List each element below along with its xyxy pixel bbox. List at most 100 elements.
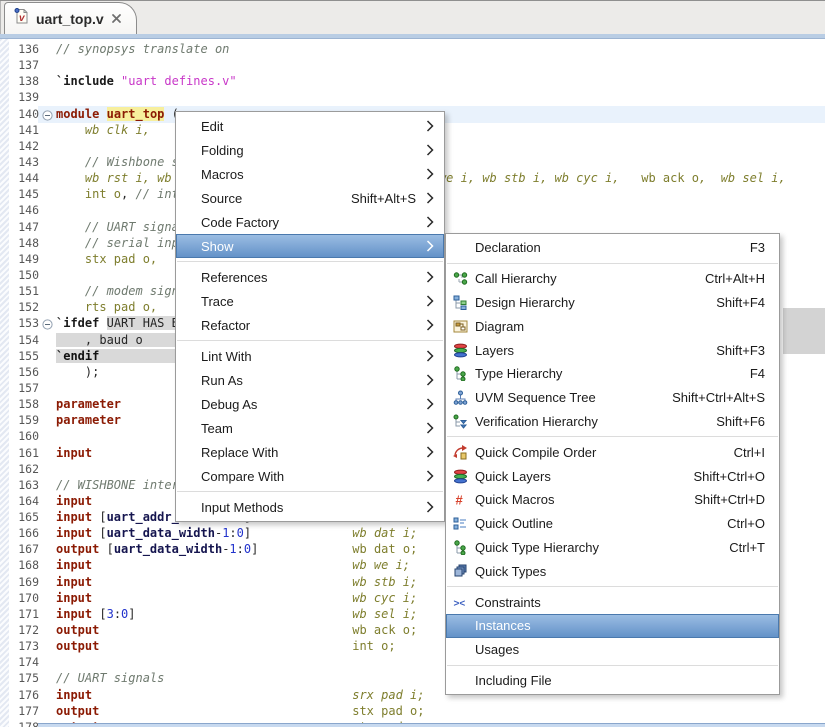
menu-item-label: Team (201, 421, 233, 436)
menu-item-lint-with[interactable]: Lint With (176, 344, 444, 368)
menu-item-quick-compile-order[interactable]: Quick Compile OrderCtrl+I (446, 440, 779, 464)
code-text: input srx pad i; (56, 687, 424, 703)
menu-item-constraints[interactable]: ><Constraints (446, 590, 779, 614)
menu-item-folding[interactable]: Folding (176, 138, 444, 162)
menu-separator (447, 586, 778, 587)
code-text: input (56, 493, 92, 509)
menu-item-label: Edit (201, 119, 223, 134)
menu-item-run-as[interactable]: Run As (176, 368, 444, 392)
menu-item-show[interactable]: Show (176, 234, 444, 258)
menu-item-compare-with[interactable]: Compare With (176, 464, 444, 488)
code-text: output int o; (56, 638, 396, 654)
line-number: 168 (9, 557, 42, 573)
menu-item-macros[interactable]: Macros (176, 162, 444, 186)
code-text: parameter (56, 412, 121, 428)
layers-icon (452, 343, 469, 358)
shortcut-label: Shift+Ctrl+O (693, 469, 779, 484)
verification-hierarchy-icon (452, 414, 469, 429)
menu-item-instances[interactable]: Instances (446, 614, 779, 638)
submenu-arrow-icon (426, 240, 440, 252)
menu-item-code-factory[interactable]: Code Factory (176, 210, 444, 234)
uvm-sequence-tree-icon (452, 390, 469, 405)
line-number: 171 (9, 606, 42, 622)
shortcut-label: Shift+F3 (716, 343, 779, 358)
submenu-arrow-icon (426, 422, 440, 434)
menu-item-including-file[interactable]: Including File (446, 669, 779, 693)
line-number: 158 (9, 396, 42, 412)
diagram-icon (452, 319, 469, 334)
menu-item-call-hierarchy[interactable]: Call HierarchyCtrl+Alt+H (446, 267, 779, 291)
menu-item-label: Input Methods (201, 500, 283, 515)
menu-item-source[interactable]: SourceShift+Alt+S (176, 186, 444, 210)
code-line: 137 (0, 57, 825, 73)
tab-uart-top[interactable]: v uart_top.v (4, 2, 137, 34)
menu-item-team[interactable]: Team (176, 416, 444, 440)
submenu-arrow-icon (426, 319, 440, 331)
menu-item-input-methods[interactable]: Input Methods (176, 495, 444, 519)
line-number: 170 (9, 590, 42, 606)
menu-item-edit[interactable]: Edit (176, 114, 444, 138)
horizontal-scrollbar[interactable] (38, 723, 825, 727)
menu-item-references[interactable]: References (176, 265, 444, 289)
constraints-icon: >< (452, 595, 469, 610)
menu-item-declaration[interactable]: DeclarationF3 (446, 236, 779, 260)
menu-item-quick-types[interactable]: Quick Types (446, 559, 779, 583)
code-line: 136// synopsys translate on (0, 41, 825, 57)
code-text: // UART signals (56, 670, 164, 686)
shortcut-label: F3 (750, 240, 779, 255)
menu-item-verification-hierarchy[interactable]: Verification HierarchyShift+F6 (446, 410, 779, 434)
menu-item-quick-macros[interactable]: #Quick MacrosShift+Ctrl+D (446, 488, 779, 512)
close-tab-icon[interactable] (111, 13, 122, 24)
menu-item-label: Source (201, 191, 242, 206)
menu-item-quick-type-hierarchy[interactable]: Quick Type HierarchyCtrl+T (446, 536, 779, 560)
menu-item-label: Refactor (201, 318, 250, 333)
menu-item-uvm-sequence-tree[interactable]: UVM Sequence TreeShift+Ctrl+Alt+S (446, 386, 779, 410)
menu-separator (447, 436, 778, 437)
menu-item-label: Instances (475, 618, 531, 633)
menu-item-debug-as[interactable]: Debug As (176, 392, 444, 416)
shortcut-label: Shift+F4 (716, 295, 779, 310)
code-text: output [uart_data_width-1:0] wb dat o; (56, 541, 417, 557)
line-number: 154 (9, 332, 42, 348)
quick-outline-icon (452, 516, 469, 531)
menu-item-layers[interactable]: LayersShift+F3 (446, 338, 779, 362)
line-number: 159 (9, 412, 42, 428)
code-text: input (56, 445, 92, 461)
quick-type-hierarchy-icon (452, 540, 469, 555)
menu-item-usages[interactable]: Usages (446, 638, 779, 662)
menu-item-quick-layers[interactable]: Quick LayersShift+Ctrl+O (446, 464, 779, 488)
shortcut-label: Ctrl+Alt+H (705, 271, 779, 286)
menu-item-trace[interactable]: Trace (176, 289, 444, 313)
code-text: rts pad o, (56, 299, 157, 315)
design-hierarchy-icon (452, 295, 469, 310)
code-text: , baud o (56, 332, 186, 348)
menu-item-label: Compare With (201, 469, 284, 484)
shortcut-label: Shift+Ctrl+D (694, 492, 779, 507)
line-number: 172 (9, 622, 42, 638)
menu-separator (447, 665, 778, 666)
menu-item-refactor[interactable]: Refactor (176, 313, 444, 337)
menu-item-replace-with[interactable]: Replace With (176, 440, 444, 464)
code-line: 177output stx pad o; (0, 703, 825, 719)
code-text: output stx pad o; (56, 703, 424, 719)
svg-text:><: >< (454, 598, 466, 609)
line-number: 175 (9, 670, 42, 686)
code-text: `endif (56, 348, 186, 364)
line-number: 152 (9, 299, 42, 315)
menu-item-quick-outline[interactable]: Quick OutlineCtrl+O (446, 512, 779, 536)
line-number: 153 (9, 315, 42, 331)
line-number: 163 (9, 477, 42, 493)
shortcut-label: Shift+F6 (716, 414, 779, 429)
vertical-scrollbar-thumb[interactable] (783, 308, 825, 354)
menu-separator (177, 491, 443, 492)
menu-item-design-hierarchy[interactable]: Design HierarchyShift+F4 (446, 291, 779, 315)
code-text: wb clk i, (56, 122, 150, 138)
code-text: input [3:0] wb sel i; (56, 606, 417, 622)
menu-item-diagram[interactable]: Diagram (446, 314, 779, 338)
shortcut-label: F4 (750, 366, 779, 381)
menu-item-type-hierarchy[interactable]: Type HierarchyF4 (446, 362, 779, 386)
code-line: 138`include "uart defines.v" (0, 73, 825, 89)
shortcut-label: Ctrl+T (729, 540, 779, 555)
menu-item-label: Code Factory (201, 215, 279, 230)
menu-item-label: Trace (201, 294, 234, 309)
